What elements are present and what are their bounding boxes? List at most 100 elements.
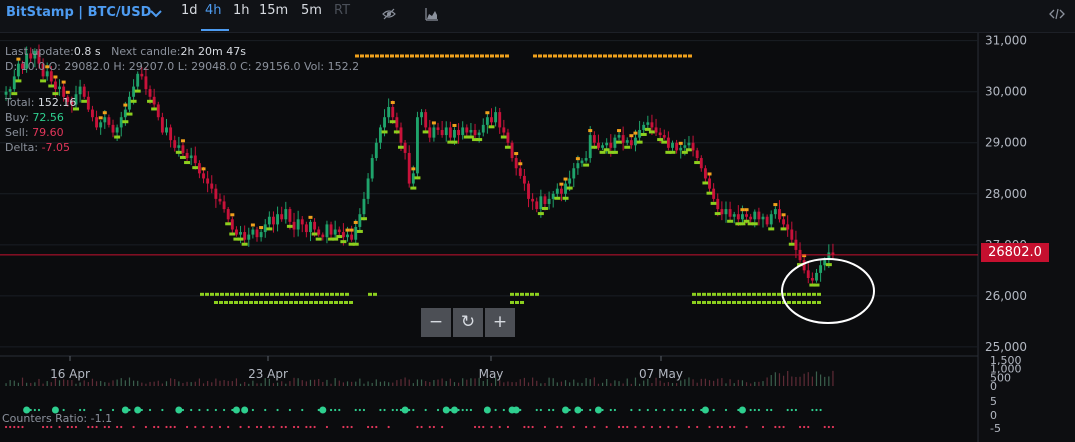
level-marker [215,292,219,296]
x-tick-label: 23 Apr [248,367,288,381]
counter-dot [667,425,670,429]
volume-bar [215,378,217,386]
volume-bar [556,382,558,386]
flow-marker-orange [781,213,786,217]
counter-dot [128,408,131,412]
volume-bar [26,382,28,386]
level-marker [797,292,801,296]
flow-marker-green [381,130,388,134]
level-marker [279,300,283,304]
volume-bar [256,383,258,386]
buy-readout: Buy: 72.56 [5,111,64,124]
counter-dot [247,425,250,429]
level-marker [510,292,514,296]
counter-dot [416,425,419,429]
candle-body [169,127,173,141]
zoom-in-button[interactable]: + [485,308,515,337]
candle-body [778,209,781,220]
counter-dot [111,408,115,412]
volume-bar [671,382,674,386]
counter-dot [523,425,526,429]
counter-dot [675,425,678,429]
candle-body [654,127,658,133]
volume-bar [725,383,727,386]
counter-dot [99,408,102,412]
flow-marker-green [229,232,236,236]
volume-bar [17,382,19,386]
counter-dot [708,425,711,429]
level-marker [643,54,647,58]
flow-marker-orange [559,182,564,186]
volume-bar [379,381,382,386]
counter-dot [650,425,654,429]
candle-body [506,132,510,143]
candle-body [761,216,765,220]
level-marker [240,292,244,296]
volume-bar [359,378,361,386]
candle-body [522,175,526,184]
volume-bar [610,383,612,386]
counter-dot [408,408,411,412]
flow-marker-green [356,229,363,233]
level-marker [505,54,509,58]
level-marker [229,300,233,304]
candle-body [4,91,8,95]
counter-dot [301,408,304,412]
counter-dot [157,425,160,429]
flow-marker-green [780,227,787,231]
level-marker [588,54,592,58]
volume-bar [342,382,344,386]
counter-dot [770,408,773,412]
volume-bar [276,382,279,386]
candle-body [337,229,341,233]
counter-dot [535,408,538,412]
flow-marker-green [389,120,396,124]
volume-bar [770,375,772,386]
volume-bar [21,377,24,386]
counter-dot [346,425,349,429]
volume-bar [425,381,427,386]
counter-dot [284,425,287,429]
counter-dot [494,408,497,412]
reset-zoom-button[interactable]: ↻ [453,308,483,337]
volume-bar [178,381,180,386]
counter-dot [691,408,695,412]
flow-marker-green [669,150,676,154]
candle-body [498,112,502,128]
level-marker [355,54,359,58]
candle-body [765,216,769,225]
flow-marker-green [657,138,664,142]
candle-body [502,127,506,133]
counter-dot [218,425,222,429]
counter-dot [37,408,41,412]
level-marker [344,300,348,304]
volume-bar [704,378,707,386]
counter-dot [13,425,16,429]
level-marker [623,54,627,58]
flow-marker-orange [773,203,778,207]
flow-marker-orange [575,157,580,161]
flow-marker-green [739,222,746,226]
candle-body [366,178,370,199]
counter-dot [519,408,522,412]
total-readout: Total: 152.16 [5,96,77,109]
flow-marker-green [743,219,750,223]
candle-body [8,89,12,92]
level-marker [727,292,731,296]
counter-dot [630,408,633,412]
level-marker [520,300,524,304]
counter-dot [728,425,732,429]
counter-dot [753,408,756,412]
zoom-out-button[interactable]: − [421,308,451,337]
counter-dot [319,406,327,414]
counter-dot [120,425,123,429]
counter-dot [594,406,602,414]
candle-body [280,214,284,220]
flow-marker-green [311,232,318,236]
level-marker [633,54,637,58]
flow-marker-green [241,242,248,246]
flow-marker-green [81,99,88,103]
level-marker [535,292,539,296]
candle-body [510,142,514,159]
level-marker [420,54,424,58]
